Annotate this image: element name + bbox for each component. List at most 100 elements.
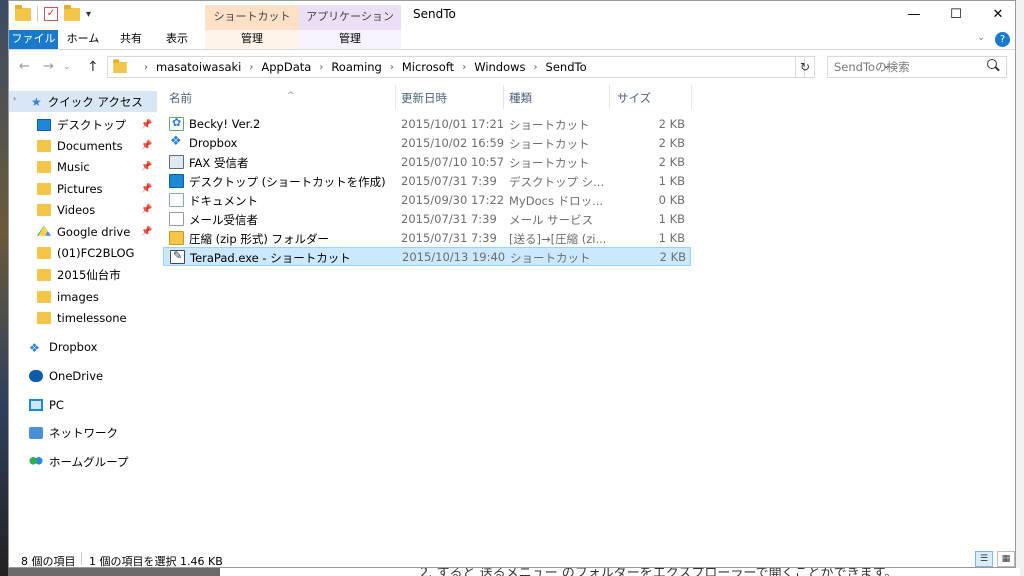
chevron-right-icon[interactable]: › — [534, 62, 538, 73]
maximize-button[interactable]: ☐ — [933, 1, 979, 30]
file-type: MyDocs ドロッ... — [509, 194, 604, 208]
column-header-type[interactable]: 種類 — [509, 91, 532, 115]
folder-icon — [113, 58, 127, 73]
desktop-icon — [37, 118, 51, 131]
file-type: ショートカット — [510, 251, 591, 265]
nav-item-documents[interactable]: Documents 📌 — [9, 135, 157, 156]
tab-manage-shortcut[interactable]: 管理 — [205, 30, 299, 49]
nav-item-google-drive[interactable]: Google drive 📌 — [9, 221, 157, 242]
nav-label: timelessone — [57, 310, 127, 325]
close-button[interactable]: ✕ — [975, 1, 1015, 30]
file-date: 2015/07/10 10:57 — [401, 155, 505, 169]
breadcrumb-windows[interactable]: Windows — [474, 60, 525, 74]
nav-item-desktop[interactable]: デスクトップ 📌 — [9, 114, 157, 135]
file-row[interactable]: メール受信者 2015/07/31 7:39 メール サービス 1 KB — [163, 210, 691, 229]
file-size: 0 KB — [658, 193, 685, 207]
address-bar[interactable]: › masatoiwasaki › AppData › Roaming › Mi… — [107, 56, 890, 78]
folder-icon — [37, 268, 51, 281]
pin-icon: 📌 — [141, 161, 153, 172]
column-divider[interactable] — [395, 85, 396, 109]
shortcut-tools-tab: ショートカット ツール — [205, 5, 299, 47]
selection-info: 1 個の項目を選択 1.46 KB — [89, 555, 223, 568]
nav-item-network[interactable]: ネットワーク — [9, 422, 157, 443]
breadcrumb-masatoiwasaki[interactable]: masatoiwasaki — [156, 60, 241, 74]
details-view-icon[interactable]: ☰ — [975, 551, 993, 567]
file-row-selected[interactable]: TeraPad.exe - ショートカット 2015/10/13 19:40 シ… — [163, 247, 691, 266]
column-label: 名前 — [169, 91, 192, 105]
file-date: 2015/10/01 17:21 — [401, 117, 505, 131]
minimize-button[interactable]: — — [891, 1, 937, 30]
new-folder-icon[interactable] — [64, 4, 80, 21]
nav-label: images — [57, 289, 99, 304]
nav-item-dropbox[interactable]: ❖ Dropbox — [9, 336, 157, 357]
nav-quick-access[interactable]: › ★ クイック アクセス — [9, 91, 157, 112]
nav-item-onedrive[interactable]: OneDrive — [9, 365, 157, 386]
file-size: 1 KB — [658, 212, 685, 226]
nav-item-music[interactable]: Music 📌 — [9, 156, 157, 177]
file-row[interactable]: デスクトップ (ショートカットを作成) 2015/07/31 7:39 デスクト… — [163, 172, 691, 191]
chevron-right-icon[interactable]: › — [319, 62, 323, 73]
file-type: ショートカット — [509, 156, 590, 170]
column-divider[interactable] — [691, 85, 692, 109]
up-arrow-icon[interactable]: ↑ — [87, 59, 99, 75]
tab-manage-application[interactable]: 管理 — [299, 30, 401, 49]
file-row[interactable]: 圧縮 (zip 形式) フォルダー 2015/07/31 7:39 [送る]→[… — [163, 229, 691, 248]
file-list: 名前 ^ 更新日時 種類 サイズ Becky! Ver.2 2015/10/01… — [163, 83, 1015, 547]
column-header-name[interactable]: 名前 ^ — [169, 91, 295, 115]
breadcrumb-microsoft[interactable]: Microsoft — [402, 60, 454, 74]
tab-view[interactable]: 表示 — [155, 30, 199, 49]
file-row[interactable]: Becky! Ver.2 2015/10/01 17:21 ショートカット 2 … — [163, 115, 691, 134]
search-input[interactable]: SendToの検索 — [827, 56, 1007, 78]
file-row[interactable]: ドキュメント 2015/09/30 17:22 MyDocs ドロッ... 0 … — [163, 191, 691, 210]
properties-icon[interactable]: ✓ — [44, 7, 58, 21]
chevron-right-icon[interactable]: › — [13, 94, 16, 103]
help-icon[interactable]: ? — [995, 32, 1010, 47]
nav-item-2015-sendai[interactable]: 2015仙台市 — [9, 264, 157, 285]
chevron-right-icon[interactable]: › — [249, 62, 253, 73]
chevron-right-icon[interactable]: › — [144, 62, 148, 73]
nav-label: PC — [49, 397, 64, 412]
dropbox-icon: ❖ — [29, 340, 40, 355]
onedrive-icon — [29, 369, 43, 382]
file-name: Dropbox — [189, 136, 238, 150]
ribbon-tabs: ファイル ホーム 共有 表示 管理 管理 ⌄ ? — [9, 30, 1015, 50]
file-size: 2 KB — [658, 117, 685, 131]
recent-locations-chevron-icon[interactable]: ⌄ — [63, 62, 71, 72]
nav-label: Videos — [57, 202, 96, 217]
column-divider[interactable] — [503, 85, 504, 109]
nav-item-pc[interactable]: PC — [9, 394, 157, 415]
status-bar: 8 個の項目 1 個の項目を選択 1.46 KB ☰ ▦ — [9, 547, 1015, 568]
breadcrumb-appdata[interactable]: AppData — [261, 60, 311, 74]
title-bar: ✓ ▾ ショートカット ツール アプリケーション ツール SendTo — ☐ … — [9, 1, 1015, 47]
tab-share[interactable]: 共有 — [109, 30, 153, 49]
column-header-size[interactable]: サイズ — [617, 91, 651, 115]
nav-item-fc2blog[interactable]: (01)FC2BLOG — [9, 242, 157, 263]
chevron-down-icon[interactable]: ⌄ — [977, 32, 985, 43]
file-row[interactable]: Dropbox 2015/10/02 16:59 ショートカット 2 KB — [163, 134, 691, 153]
column-divider[interactable] — [609, 85, 610, 109]
chevron-right-icon[interactable]: › — [390, 62, 394, 73]
forward-arrow-icon[interactable]: → — [43, 59, 54, 74]
nav-item-homegroup[interactable]: ホームグループ — [9, 451, 157, 472]
nav-item-images[interactable]: images — [9, 286, 157, 307]
terapad-icon — [170, 249, 185, 264]
search-icon[interactable] — [987, 59, 997, 69]
file-row[interactable]: FAX 受信者 2015/07/10 10:57 ショートカット 2 KB — [163, 153, 691, 172]
status-divider — [81, 552, 82, 565]
tab-file[interactable]: ファイル — [9, 30, 58, 49]
refresh-button[interactable]: ↻ — [795, 56, 815, 78]
desktop-background-left — [0, 0, 8, 576]
nav-item-pictures[interactable]: Pictures 📌 — [9, 178, 157, 199]
chevron-right-icon[interactable]: › — [462, 62, 466, 73]
large-icons-view-icon[interactable]: ▦ — [997, 551, 1015, 567]
back-arrow-icon[interactable]: ← — [19, 59, 30, 74]
column-header-date[interactable]: 更新日時 — [401, 91, 447, 115]
breadcrumb-roaming[interactable]: Roaming — [331, 60, 382, 74]
customize-toolbar-icon[interactable]: ▾ — [86, 9, 91, 20]
folder-icon[interactable] — [15, 4, 31, 21]
tab-home[interactable]: ホーム — [61, 30, 105, 49]
nav-item-timelessone[interactable]: timelessone — [9, 307, 157, 328]
breadcrumb-sendto[interactable]: SendTo — [546, 60, 587, 74]
nav-item-videos[interactable]: Videos 📌 — [9, 199, 157, 220]
nav-label: (01)FC2BLOG — [57, 245, 135, 260]
